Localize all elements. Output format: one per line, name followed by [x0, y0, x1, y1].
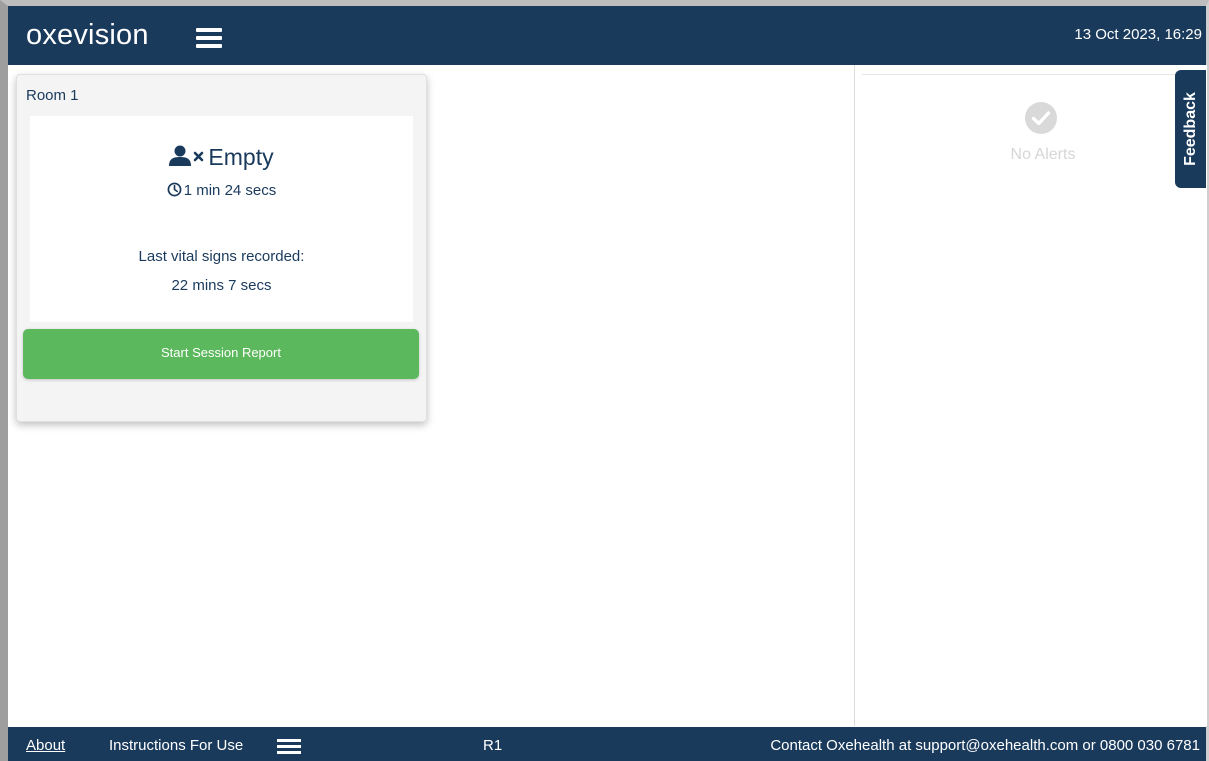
occupancy-status-text: Empty — [208, 144, 274, 170]
elapsed-time: 1 min 24 secs — [30, 182, 413, 201]
top-bar: oxevision 13 Oct 2023, 16:29 — [8, 6, 1206, 65]
alerts-panel: No Alerts — [854, 65, 1207, 726]
footer-bar: About Instructions For Use R1 Contact Ox… — [8, 727, 1206, 761]
contact-info: Contact Oxehealth at support@oxehealth.c… — [770, 737, 1200, 754]
menu-hamburger-icon[interactable] — [196, 28, 222, 48]
clock-icon — [167, 182, 182, 201]
check-circle-icon — [1024, 101, 1058, 135]
start-session-report-button[interactable]: Start Session Report — [23, 329, 419, 379]
about-link[interactable]: About — [26, 737, 65, 754]
no-alerts-text: No Alerts — [1010, 146, 1076, 163]
occupancy-status: Empty — [30, 144, 413, 173]
current-datetime: 13 Oct 2023, 16:29 — [1074, 26, 1202, 43]
instructions-for-use-link[interactable]: Instructions For Use — [109, 737, 243, 754]
instructions-menu-icon[interactable] — [277, 739, 301, 755]
elapsed-time-text: 1 min 24 secs — [183, 182, 277, 199]
room-title: Room 1 — [26, 87, 79, 104]
vitals-value: 22 mins 7 secs — [171, 277, 272, 294]
room-card[interactable]: Room 1 Empty 1 min 24 secs Last vital si… — [16, 74, 427, 422]
feedback-tab[interactable]: Feedback — [1175, 70, 1206, 188]
room-code: R1 — [483, 737, 503, 754]
alerts-divider — [862, 74, 1179, 75]
room-status-body: Empty 1 min 24 secs Last vital signs rec… — [30, 116, 413, 322]
vitals-label: Last vital signs recorded: — [138, 248, 305, 265]
user-times-icon — [169, 145, 205, 173]
app-logo: oxevision — [26, 19, 149, 51]
feedback-label: Feedback — [1181, 92, 1199, 166]
